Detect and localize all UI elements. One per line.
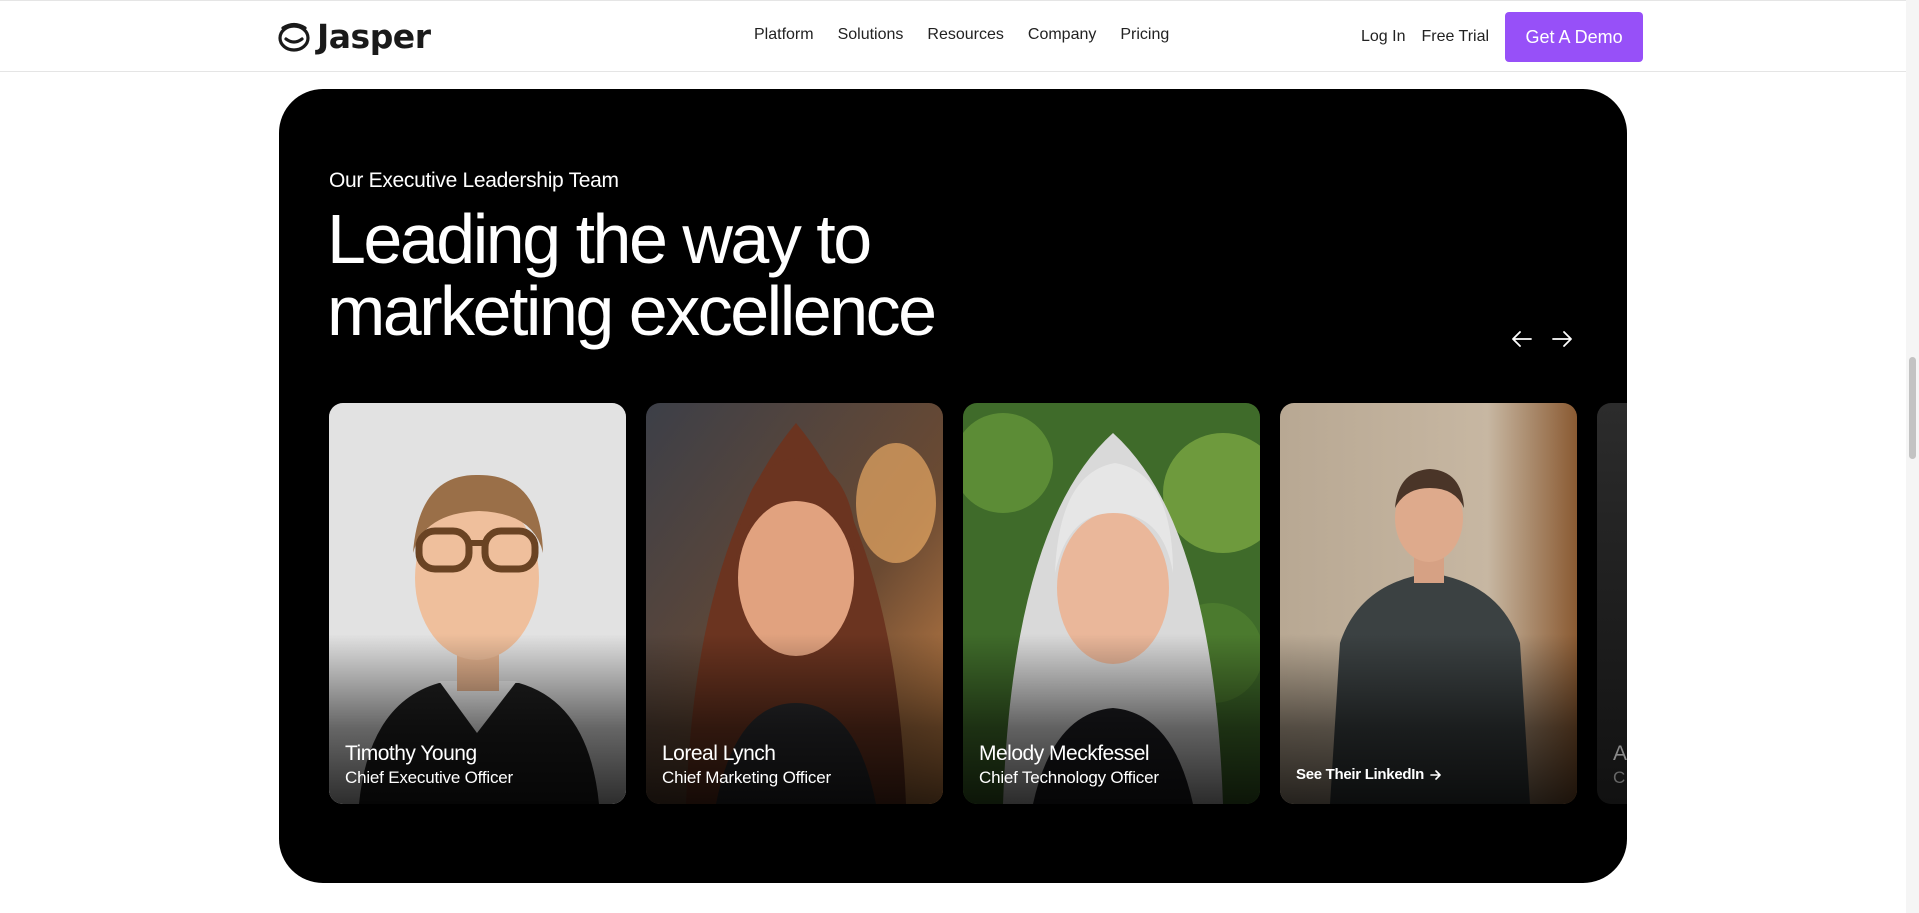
free-trial-link[interactable]: Free Trial bbox=[1421, 28, 1489, 46]
carousel-controls bbox=[1508, 325, 1576, 353]
scrollbar-thumb[interactable] bbox=[1909, 357, 1916, 459]
page-scrollbar[interactable] bbox=[1906, 0, 1919, 913]
leader-role: Chief Technology Officer bbox=[979, 768, 1159, 787]
login-link[interactable]: Log In bbox=[1361, 28, 1405, 46]
leader-card-partial[interactable]: A C bbox=[1597, 403, 1627, 804]
leader-name: Timothy Young bbox=[345, 742, 477, 765]
header-actions: Log In Free Trial Get A Demo bbox=[1361, 12, 1644, 62]
leader-name: Loreal Lynch bbox=[662, 742, 776, 765]
get-demo-button[interactable]: Get A Demo bbox=[1505, 12, 1644, 62]
site-header: Jasper Platform Solutions Resources Comp… bbox=[0, 0, 1906, 72]
leader-card-timothy-young[interactable]: Timothy Young Chief Executive Officer bbox=[329, 403, 626, 804]
nav-resources[interactable]: Resources bbox=[927, 26, 1003, 44]
leader-card-melody-meckfessel[interactable]: Melody Meckfessel Chief Technology Offic… bbox=[963, 403, 1260, 804]
main-nav: Platform Solutions Resources Company Pri… bbox=[754, 26, 1169, 44]
leader-role: Chief Executive Officer bbox=[345, 768, 513, 787]
linkedin-link[interactable]: See Their LinkedIn bbox=[1296, 766, 1442, 783]
logo-text: Jasper bbox=[317, 17, 431, 56]
section-eyebrow: Our Executive Leadership Team bbox=[329, 169, 619, 192]
arrow-left-icon bbox=[1512, 331, 1532, 347]
linkedin-label: See Their LinkedIn bbox=[1296, 766, 1424, 783]
leader-card-loreal-lynch[interactable]: Loreal Lynch Chief Marketing Officer bbox=[646, 403, 943, 804]
carousel-next-button[interactable] bbox=[1548, 325, 1576, 353]
nav-pricing[interactable]: Pricing bbox=[1120, 26, 1169, 44]
nav-platform[interactable]: Platform bbox=[754, 26, 814, 44]
headline-line-2: marketing excellence bbox=[327, 272, 937, 350]
arrow-right-icon bbox=[1430, 769, 1441, 780]
leadership-carousel: Timothy Young Chief Executive Officer Lo… bbox=[329, 403, 1627, 804]
leader-role: Chief Marketing Officer bbox=[662, 768, 831, 787]
leadership-section: Our Executive Leadership Team Leading th… bbox=[279, 89, 1627, 883]
leader-name: A bbox=[1613, 742, 1627, 765]
section-headline: Leading the way to marketing excellence bbox=[327, 203, 1027, 347]
leader-role: C bbox=[1613, 768, 1626, 787]
leader-name: Melody Meckfessel bbox=[979, 742, 1150, 765]
headline-line-1: Leading the way to bbox=[327, 200, 872, 278]
logo[interactable]: Jasper bbox=[277, 17, 431, 56]
nav-company[interactable]: Company bbox=[1028, 26, 1096, 44]
leader-card-linkedin-hover[interactable]: See Their LinkedIn bbox=[1280, 403, 1577, 804]
nav-solutions[interactable]: Solutions bbox=[838, 26, 904, 44]
arrow-right-icon bbox=[1552, 331, 1572, 347]
jasper-logo-icon bbox=[278, 22, 310, 52]
carousel-prev-button[interactable] bbox=[1508, 325, 1536, 353]
